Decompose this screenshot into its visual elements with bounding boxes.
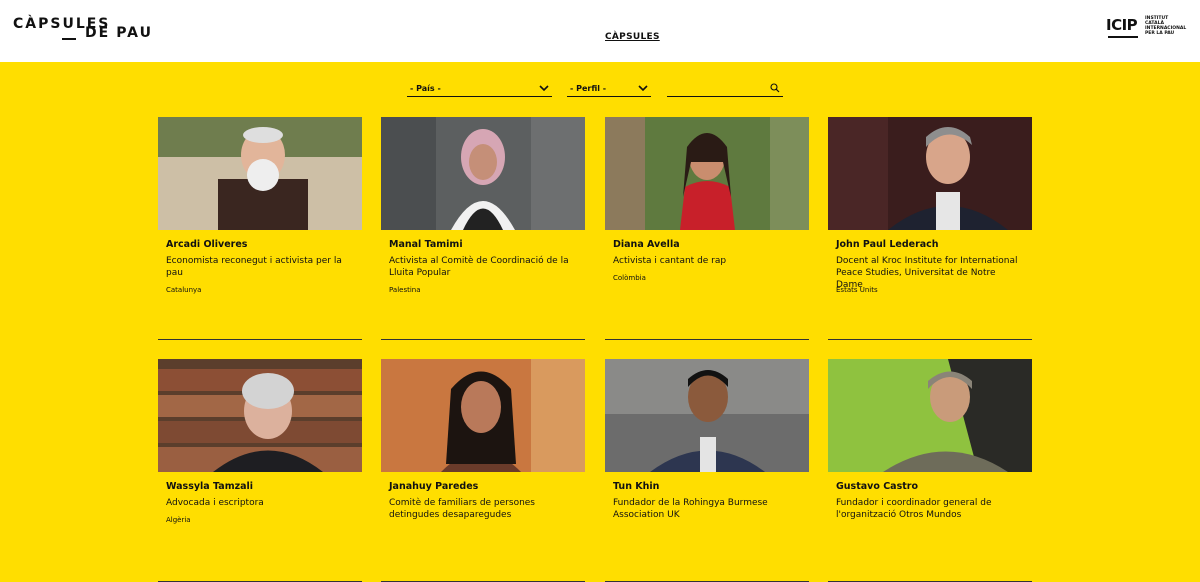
country-select-label: - País - — [410, 84, 441, 93]
logo-text-de-pau: DE PAU — [85, 25, 153, 41]
person-name[interactable]: Arcadi Oliveres — [166, 239, 247, 250]
video-thumbnail[interactable] — [828, 117, 1032, 230]
logo-dash — [62, 38, 76, 40]
person-name[interactable]: Tun Khin — [613, 481, 659, 492]
person-card[interactable]: Gustavo Castro Fundador i coordinador ge… — [828, 359, 1032, 582]
logo-text-de: DE — [85, 25, 111, 41]
video-thumbnail[interactable] — [158, 359, 362, 472]
person-role: Fundador de la Rohingya Burmese Associat… — [613, 498, 768, 520]
chevron-down-icon — [638, 85, 648, 92]
person-card[interactable]: Janahuy Paredes Comitè de familiars de p… — [381, 359, 585, 582]
portrait-image — [828, 359, 1032, 472]
person-name[interactable]: Diana Avella — [613, 239, 680, 250]
portrait-image — [381, 117, 585, 230]
portrait-image — [605, 359, 809, 472]
icip-logo[interactable]: ICIP INSTITUT CATALÀ INTERNACIONAL PER L… — [1106, 14, 1186, 40]
country-select[interactable]: - País - — [407, 80, 552, 97]
person-country: Colòmbia — [613, 274, 646, 282]
search-icon — [770, 83, 780, 93]
video-thumbnail[interactable] — [381, 359, 585, 472]
person-name[interactable]: Gustavo Castro — [836, 481, 918, 492]
portrait-image — [605, 117, 809, 230]
person-card[interactable]: Arcadi Oliveres Economista reconegut i a… — [158, 117, 362, 340]
icip-logo-text: ICIP — [1106, 16, 1138, 34]
portrait-image — [158, 117, 362, 230]
portrait-image — [158, 359, 362, 472]
person-name[interactable]: John Paul Lederach — [836, 239, 939, 250]
video-thumbnail[interactable] — [381, 117, 585, 230]
icip-logo-subtitle: INSTITUT CATALÀ INTERNACIONAL PER LA PAU — [1145, 16, 1187, 36]
site-header: CÀPSULES DE PAU CÀPSULES ICIP INSTITUT CA… — [0, 0, 1200, 62]
video-thumbnail[interactable] — [605, 117, 809, 230]
video-thumbnail[interactable] — [605, 359, 809, 472]
nav-link-capsules[interactable]: CÀPSULES — [605, 32, 660, 42]
person-name[interactable]: Janahuy Paredes — [389, 481, 478, 492]
site-logo[interactable]: CÀPSULES DE PAU — [13, 16, 153, 46]
person-country: Catalunya — [166, 286, 202, 294]
person-card[interactable]: Wassyla Tamzali Advocada i escriptora Al… — [158, 359, 362, 582]
person-role: Economista reconegut i activista per la … — [166, 256, 342, 278]
person-country: Algèria — [166, 516, 191, 524]
person-card[interactable]: Tun Khin Fundador de la Rohingya Burmese… — [605, 359, 809, 582]
person-role: Activista al Comitè de Coordinació de la… — [389, 256, 569, 278]
search-input[interactable] — [667, 80, 783, 97]
person-role: Comitè de familiars de persones detingud… — [389, 498, 535, 520]
person-card[interactable]: John Paul Lederach Docent al Kroc Instit… — [828, 117, 1032, 340]
logo-text-pau: PAU — [116, 25, 153, 41]
profile-select[interactable]: - Perfil - — [567, 80, 651, 97]
profile-select-label: - Perfil - — [570, 84, 607, 93]
person-name[interactable]: Manal Tamimi — [389, 239, 463, 250]
filter-bar: - País - - Perfil - — [0, 80, 1200, 100]
person-card[interactable]: Manal Tamimi Activista al Comitè de Coor… — [381, 117, 585, 340]
person-name[interactable]: Wassyla Tamzali — [166, 481, 253, 492]
person-country: Palestina — [389, 286, 421, 294]
video-thumbnail[interactable] — [158, 117, 362, 230]
person-card[interactable]: Diana Avella Activista i cantant de rap … — [605, 117, 809, 340]
icip-logo-underline — [1108, 36, 1138, 38]
person-country: Estats Units — [836, 286, 878, 294]
video-thumbnail[interactable] — [828, 359, 1032, 472]
portrait-image — [381, 359, 585, 472]
person-role: Activista i cantant de rap — [613, 256, 727, 266]
chevron-down-icon — [539, 85, 549, 92]
person-role: Advocada i escriptora — [166, 498, 264, 508]
portrait-image — [828, 117, 1032, 230]
person-role: Fundador i coordinador general de l'orga… — [836, 498, 992, 520]
